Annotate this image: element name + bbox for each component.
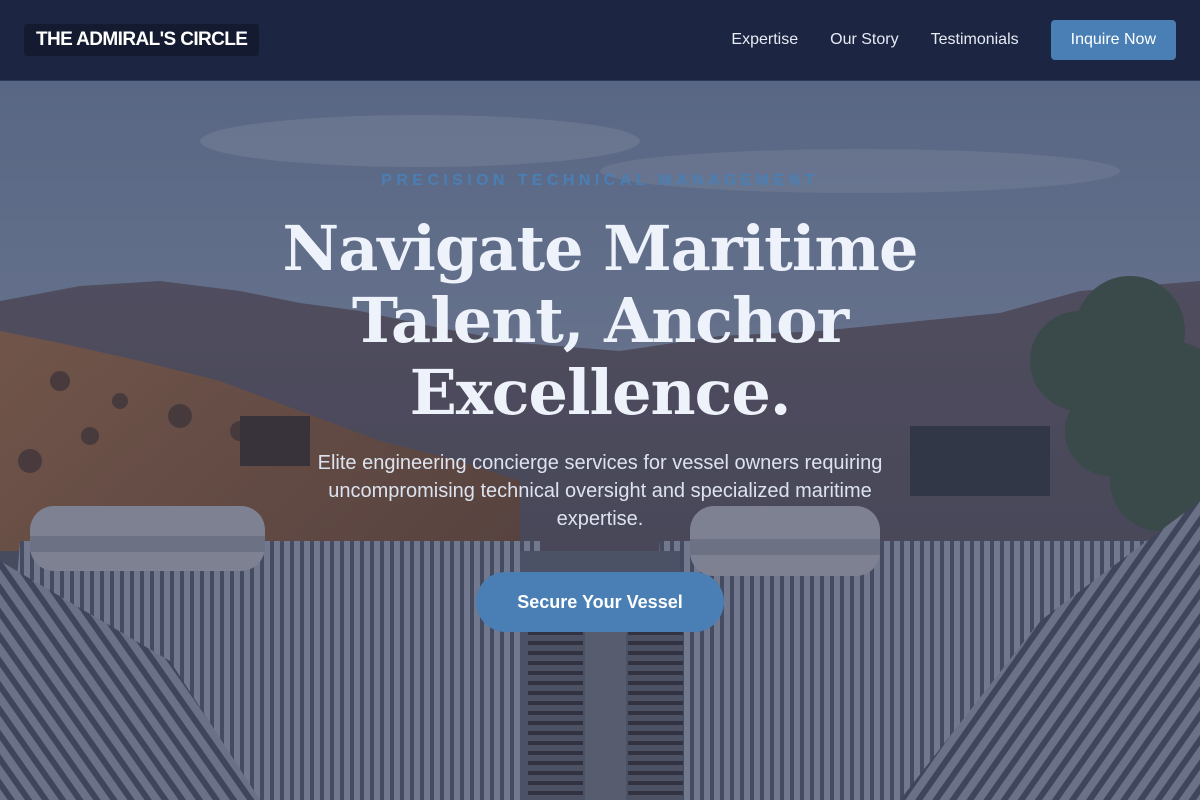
hero-headline: Navigate Maritime Talent, Anchor Excelle… — [282, 212, 919, 429]
landing-page: THE ADMIRAL'S CIRCLE Expertise Our Story… — [0, 0, 1200, 800]
site-header: THE ADMIRAL'S CIRCLE Expertise Our Story… — [0, 0, 1200, 81]
inquire-now-button[interactable]: Inquire Now — [1050, 20, 1176, 60]
nav-link-our-story[interactable]: Our Story — [830, 31, 898, 49]
nav-link-expertise[interactable]: Expertise — [731, 31, 798, 49]
hero-eyebrow: PRECISION TECHNICAL MANAGEMENT — [381, 172, 819, 189]
hero-subtext: Elite engineering concierge services for… — [317, 452, 883, 530]
hero-content: PRECISION TECHNICAL MANAGEMENT Navigate … — [0, 81, 1200, 800]
main-nav: Expertise Our Story Testimonials Inquire… — [731, 20, 1176, 60]
secure-your-vessel-button[interactable]: Secure Your Vessel — [476, 572, 724, 632]
nav-link-testimonials[interactable]: Testimonials — [931, 31, 1019, 49]
brand-logo[interactable]: THE ADMIRAL'S CIRCLE — [24, 24, 260, 56]
